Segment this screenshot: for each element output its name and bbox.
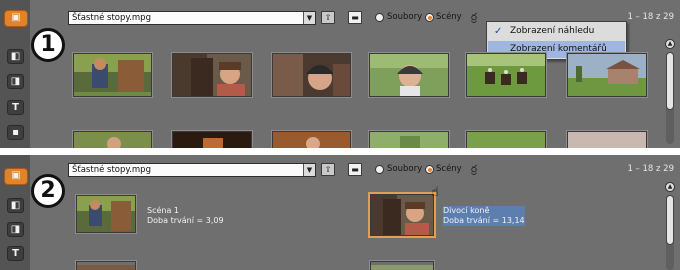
video-frame [74, 54, 151, 96]
hand-cursor-icon: ☝ [431, 185, 439, 200]
album-tab-effects[interactable]: ◧ [7, 49, 24, 64]
chevron-down-icon[interactable]: ▼ [303, 164, 315, 176]
video-frame [77, 196, 135, 232]
clip-comment: Scéna 1 Doba trvání = 3,09 [147, 206, 224, 226]
radio-files-label: Soubory [387, 12, 423, 22]
video-frame [371, 195, 433, 235]
clip-thumbnail-wild-horses[interactable] [370, 194, 434, 236]
video-frame [273, 132, 350, 148]
clip-title: Divocí koně [443, 206, 490, 215]
camera-icon: ▣ [11, 170, 21, 181]
menu-item-preview-view[interactable]: ✓ Zobrazení náhledu [488, 23, 625, 40]
clip-thumbnail-riders-in-field[interactable] [466, 53, 546, 97]
video-frame [371, 265, 433, 270]
checkmark-icon: ✓ [494, 26, 503, 37]
video-effects-icon: ◧ [10, 200, 21, 211]
video-frame [77, 265, 135, 270]
album-panel-comment-view: ▣ ◧ ◨ T 2 Šťastné stopy.mpg ▼ ⇧ ▬ Soubor… [0, 155, 680, 270]
video-frame [273, 54, 350, 96]
still-images-icon: ▪ [12, 127, 19, 138]
album-panel-preview-view: ▣ ◧ ◨ T ▪ 1 Šťastné stopy.mpg ▼ ⇧ ▬ Soub… [0, 0, 680, 148]
file-select-value: Šťastné stopy.mpg [72, 165, 151, 175]
clip-thumbnail[interactable] [272, 131, 351, 148]
scrollbar-thumb[interactable] [666, 195, 674, 245]
video-frame [370, 54, 448, 96]
file-select-value: Šťastné stopy.mpg [72, 13, 151, 23]
scroll-up-arrow[interactable]: ▲ [665, 39, 675, 49]
scrollbar-thumb[interactable] [666, 52, 674, 110]
radio-scenes[interactable] [425, 13, 434, 22]
clip-counter: 1 – 18 z 29 [627, 12, 674, 22]
album-toolbar: Šťastné stopy.mpg ▼ ⇧ ▬ Soubory Scény ర్… [30, 155, 680, 189]
clip-duration: Doba trvání = 3,09 [147, 216, 224, 225]
clip-thumbnail[interactable] [466, 131, 546, 148]
camera-icon: ▣ [11, 12, 21, 23]
album-tab-video[interactable]: ▣ [4, 10, 28, 27]
clip-thumbnail[interactable] [76, 261, 136, 270]
video-frame [467, 132, 545, 148]
album-tab-video[interactable]: ▣ [4, 168, 28, 185]
view-options-glasses-icon[interactable]: ర్ర [471, 163, 477, 177]
radio-scenes-label: Scény [436, 12, 462, 22]
clip-thumbnail[interactable] [369, 131, 449, 148]
clip-thumbnail-scene-1[interactable] [76, 195, 136, 233]
album-tab-titles[interactable]: T [7, 246, 24, 261]
titles-icon: T [12, 102, 19, 113]
album-sidebar: ▣ ◧ ◨ T ▪ [0, 0, 30, 148]
folder-up-button[interactable]: ⇧ [321, 11, 335, 24]
video-frame [568, 132, 646, 148]
panel-separator [0, 148, 680, 155]
folder-up-button[interactable]: ⇧ [321, 163, 335, 176]
clip-title: Scéna 1 [147, 206, 180, 215]
open-folder-button[interactable]: ▬ [348, 11, 362, 24]
clip-thumbnail[interactable] [370, 261, 434, 270]
clip-comment: Divocí koně Doba trvání = 13,14 [443, 206, 525, 226]
menu-item-preview-view-label: Zobrazení náhledu [510, 26, 595, 36]
video-frame [467, 54, 545, 96]
clip-thumbnail-boy-with-horse[interactable] [73, 53, 152, 97]
video-frame [173, 132, 251, 148]
clip-counter: 1 – 18 z 29 [627, 164, 674, 174]
radio-scenes-label: Scény [436, 164, 462, 174]
folder-icon: ▬ [351, 165, 359, 174]
folder-icon: ▬ [351, 13, 359, 22]
transitions-icon: ◨ [10, 76, 21, 87]
file-select[interactable]: Šťastné stopy.mpg ▼ [68, 11, 316, 25]
clip-thumbnail-farmhouse[interactable] [567, 53, 647, 97]
clip-thumbnail[interactable] [73, 131, 152, 148]
radio-files[interactable] [375, 165, 384, 174]
transitions-icon: ◨ [10, 224, 21, 235]
video-frame [370, 132, 448, 148]
album-tab-transitions[interactable]: ◨ [7, 222, 24, 237]
album-tab-effects[interactable]: ◧ [7, 198, 24, 213]
folder-up-icon: ⇧ [324, 13, 332, 22]
radio-scenes[interactable] [425, 165, 434, 174]
clip-thumbnail-rider-in-helmet[interactable] [369, 53, 449, 97]
chevron-down-icon[interactable]: ▼ [303, 12, 315, 24]
file-select[interactable]: Šťastné stopy.mpg ▼ [68, 163, 316, 177]
album-tab-stills[interactable]: ▪ [7, 125, 24, 140]
clip-thumbnail[interactable] [567, 131, 647, 148]
titles-icon: T [12, 248, 19, 259]
album-tab-transitions[interactable]: ◨ [7, 74, 24, 89]
video-frame [74, 132, 151, 148]
radio-files[interactable] [375, 13, 384, 22]
clip-thumbnail[interactable] [172, 131, 252, 148]
radio-files-label: Soubory [387, 164, 423, 174]
album-tab-titles[interactable]: T [7, 100, 24, 115]
clip-thumbnail-horse-and-girl[interactable] [172, 53, 252, 97]
open-folder-button[interactable]: ▬ [348, 163, 362, 176]
clip-duration: Doba trvání = 13,14 [443, 216, 525, 225]
video-frame [173, 54, 251, 96]
folder-up-icon: ⇧ [324, 165, 332, 174]
scroll-up-arrow[interactable]: ▲ [665, 182, 675, 192]
video-effects-icon: ◧ [10, 51, 21, 62]
view-options-glasses-icon[interactable]: ర్ర [471, 11, 477, 25]
clip-thumbnail-boy-in-helmet[interactable] [272, 53, 351, 97]
album-sidebar: ▣ ◧ ◨ T [0, 155, 30, 270]
video-frame [568, 54, 646, 96]
